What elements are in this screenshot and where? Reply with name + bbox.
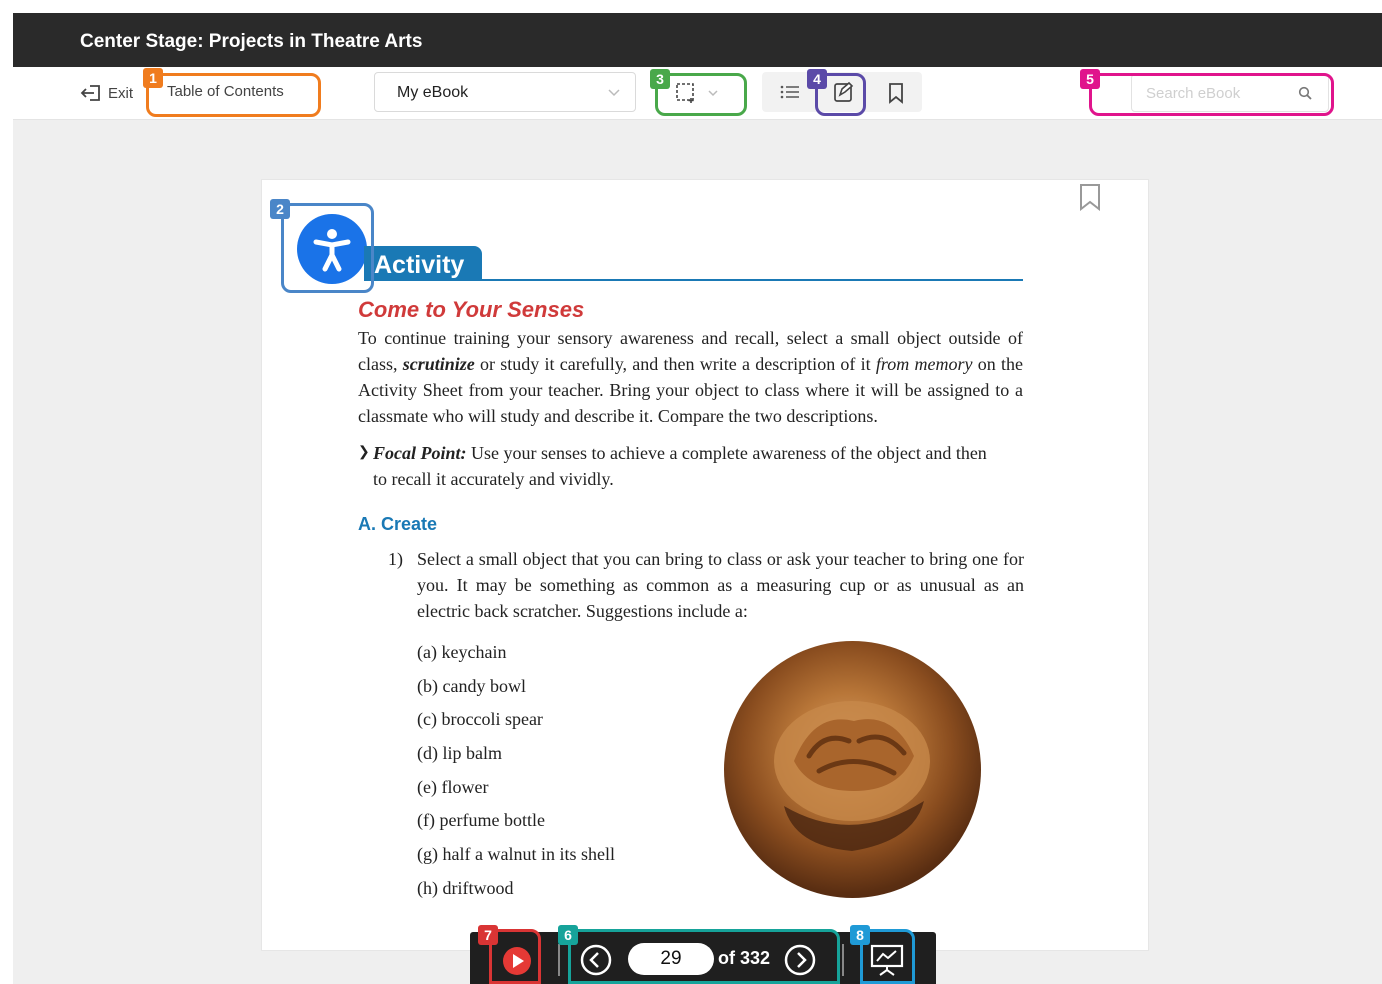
focal-label: Focal Point: — [373, 443, 467, 463]
bullet-arrow-icon: ❯ — [358, 445, 370, 460]
list-item: (f) perfume bottle — [417, 810, 545, 831]
list-item: (d) lip balm — [417, 743, 502, 764]
annotation-badge: 6 — [558, 925, 578, 945]
divider — [558, 944, 560, 976]
annotation-badge: 8 — [850, 925, 870, 945]
list-item: (b) candy bowl — [417, 675, 526, 696]
exit-button[interactable]: Exit — [80, 82, 133, 104]
annotation-badge: 7 — [478, 925, 498, 945]
annotation-badge: 3 — [650, 69, 670, 89]
activity-subheading: Come to Your Senses — [358, 297, 585, 322]
list-item: (g) half a walnut in its shell — [417, 844, 615, 865]
book-select[interactable]: My eBook — [374, 72, 636, 112]
divider — [842, 944, 844, 976]
annotation-box-2 — [281, 203, 374, 293]
focal-point: ❯ Focal Point: Use your senses to achiev… — [358, 440, 998, 492]
section-tab: Activity — [364, 246, 483, 280]
section-rule — [364, 279, 1023, 281]
list-item: (e) flower — [417, 776, 489, 797]
page-bookmark-icon[interactable] — [1078, 183, 1102, 211]
annotation-badge: 4 — [807, 69, 827, 89]
walnut-image — [724, 641, 981, 898]
annotation-box-5 — [1089, 73, 1334, 116]
section-a-heading: A. Create — [358, 514, 438, 534]
list-item: (a) keychain — [417, 642, 507, 662]
list-item: (h) driftwood — [417, 877, 514, 898]
intro-paragraph: To continue training your sensory awaren… — [358, 328, 1023, 426]
title-bar: Center Stage: Projects in Theatre Arts — [13, 13, 1382, 67]
chevron-down-icon — [608, 89, 620, 97]
suggestion-list: (a) keychain (b) candy bowl (c) broccoli… — [417, 640, 615, 910]
list-item: 1) Select a small object that you can br… — [388, 549, 1024, 621]
book-select-value: My eBook — [397, 84, 469, 101]
exit-icon — [80, 85, 100, 101]
annotation-badge: 1 — [143, 68, 163, 88]
list-item: (c) broccoli spear — [417, 709, 543, 730]
annotation-box-6 — [568, 929, 840, 984]
bookmark-icon[interactable] — [886, 82, 906, 104]
walnut-illustration — [774, 701, 930, 851]
annotation-badge: 5 — [1080, 69, 1100, 89]
exit-label: Exit — [108, 84, 134, 102]
annotation-badge: 2 — [270, 199, 290, 219]
list-icon[interactable] — [779, 82, 801, 102]
annotation-box-1 — [146, 73, 321, 117]
book-title: Center Stage: Projects in Theatre Arts — [80, 31, 423, 52]
